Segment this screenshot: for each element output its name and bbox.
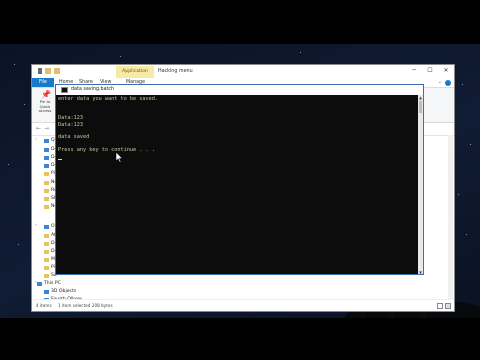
back-button[interactable]: ← xyxy=(36,125,41,132)
expand-ribbon-icon[interactable]: ⌄ xyxy=(438,78,442,87)
help-icon[interactable] xyxy=(445,79,451,86)
explorer-scrollbar[interactable] xyxy=(448,135,453,305)
chevron-right-icon[interactable]: › xyxy=(35,137,37,142)
tab-file[interactable]: File xyxy=(32,78,54,87)
console-window: data saving.batch enter data you want to… xyxy=(55,84,424,275)
scroll-up-arrow-icon[interactable]: ▲ xyxy=(418,95,423,100)
quick-access-toolbar xyxy=(38,68,60,74)
text-cursor xyxy=(58,158,62,160)
folder-icon xyxy=(44,233,49,238)
details-view-icon[interactable] xyxy=(437,303,443,309)
folder-icon xyxy=(44,147,49,152)
chevron-right-icon[interactable]: › xyxy=(35,280,37,285)
folder-icon xyxy=(44,204,49,209)
folder-icon xyxy=(44,188,49,193)
item-count: 4 items xyxy=(36,303,52,308)
sidebar-item-this-pc[interactable]: This PC xyxy=(37,280,61,287)
console-scrollbar[interactable]: ▲ ▼ xyxy=(418,95,423,274)
console-titlebar[interactable]: data saving.batch xyxy=(56,85,423,95)
folder-icon xyxy=(44,257,49,262)
cloud-icon xyxy=(44,224,49,229)
chevron-right-icon[interactable]: › xyxy=(35,223,37,228)
folder-icon xyxy=(44,155,49,160)
folder-icon xyxy=(44,171,49,176)
console-title: data saving.batch xyxy=(71,87,115,92)
close-button[interactable]: ✕ xyxy=(438,65,454,77)
sidebar-item-label: This PC xyxy=(44,281,61,286)
console-cursor-line xyxy=(58,154,416,160)
letterbox-top xyxy=(0,0,480,44)
folder-icon xyxy=(44,273,49,278)
window-controls: ─ ☐ ✕ xyxy=(406,65,454,77)
letterbox-bottom xyxy=(0,318,480,360)
contextual-tab-application-tools[interactable]: Application Tools xyxy=(116,66,154,86)
window-title: Hacking menu xyxy=(158,69,193,74)
system-menu-icon[interactable] xyxy=(38,68,42,74)
pin-icon: 📌 xyxy=(41,90,51,99)
folder-icon xyxy=(44,249,49,254)
cube-icon xyxy=(44,289,49,294)
folder-icon xyxy=(44,241,49,246)
mouse-pointer-icon xyxy=(116,152,124,163)
cmd-icon xyxy=(61,87,68,93)
folder-icon xyxy=(44,163,49,168)
explorer-titlebar[interactable]: Application Tools Hacking menu ─ ☐ ✕ xyxy=(32,65,454,86)
pin-label-2: access xyxy=(38,108,52,113)
star-icon xyxy=(44,138,49,143)
status-bar: 4 items 1 item selected 208 bytes xyxy=(32,299,454,311)
pin-to-quick-access-button[interactable]: 📌 Pin to Quick access xyxy=(37,91,53,114)
properties-icon[interactable] xyxy=(45,68,51,74)
minimize-button[interactable]: ─ xyxy=(406,65,422,77)
selection-info: 1 item selected 208 bytes xyxy=(58,303,113,308)
folder-icon xyxy=(44,180,49,185)
sidebar-item-3d-objects[interactable]: 3D Objects xyxy=(44,288,76,295)
maximize-button[interactable]: ☐ xyxy=(422,65,438,77)
scroll-down-arrow-icon[interactable]: ▼ xyxy=(418,270,423,274)
folder-icon xyxy=(44,265,49,270)
forward-button[interactable]: → xyxy=(44,125,49,132)
new-folder-icon[interactable] xyxy=(54,68,60,74)
computer-icon xyxy=(37,281,42,286)
folder-icon xyxy=(44,196,49,201)
scroll-thumb[interactable] xyxy=(419,101,422,113)
console-output[interactable]: enter data you want to be saved. Data:12… xyxy=(58,96,416,272)
large-icons-view-icon[interactable] xyxy=(445,303,451,309)
sidebar-item-label: 3D Objects xyxy=(51,289,77,294)
